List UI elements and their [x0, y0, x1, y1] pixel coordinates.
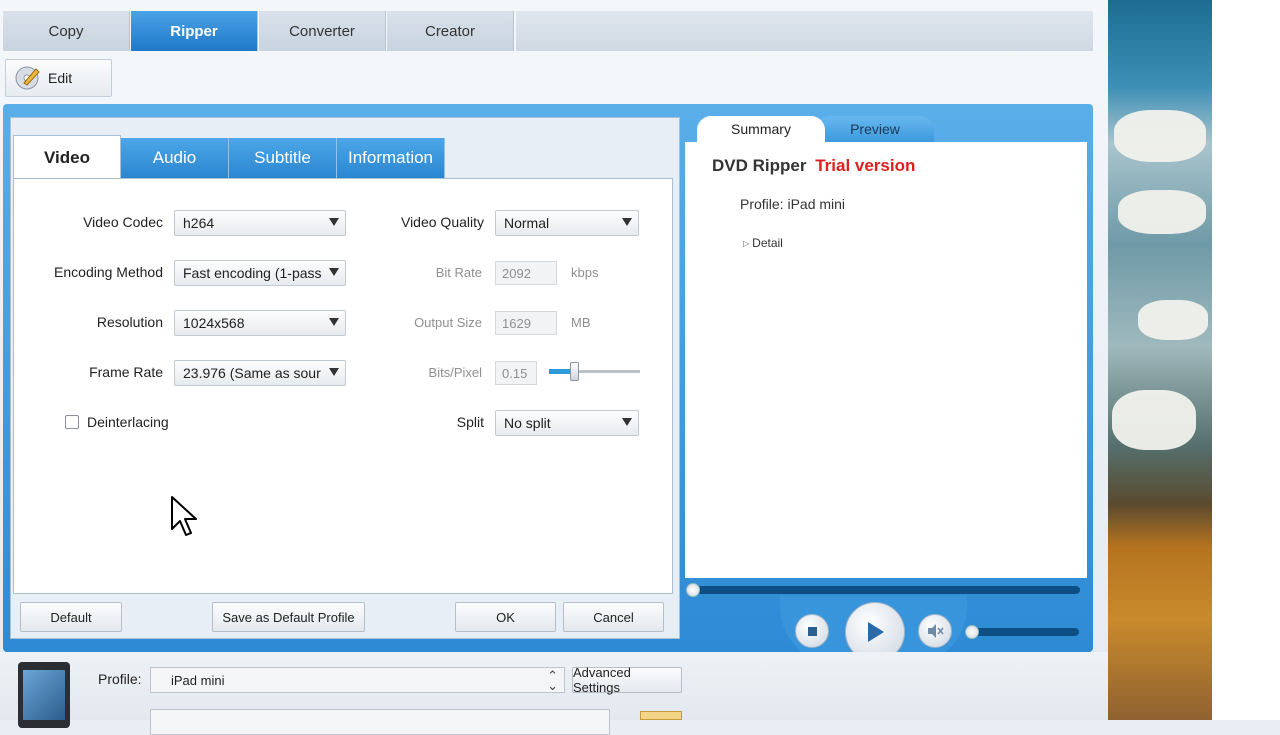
video-quality-label: Video Quality	[400, 214, 484, 230]
advanced-settings-button[interactable]: Advanced Settings	[572, 665, 682, 695]
tab-information[interactable]: Information	[337, 138, 445, 178]
split-select[interactable]: No split	[495, 410, 639, 436]
encoding-method-label: Encoding Method	[54, 264, 163, 280]
resolution-value: 1024x568	[183, 315, 245, 331]
deinterlacing-label: Deinterlacing	[87, 414, 169, 430]
profile-summary-line: Profile: iPad mini	[740, 196, 846, 212]
edit-button[interactable]: Edit	[5, 59, 112, 97]
output-size-label: Output Size	[414, 315, 482, 330]
tab-subtitle[interactable]: Subtitle	[229, 138, 337, 178]
profile-label: Profile:	[98, 671, 142, 687]
dropdown-arrow-icon	[329, 368, 339, 376]
video-codec-select[interactable]: h264	[174, 210, 346, 236]
tab-audio[interactable]: Audio	[121, 138, 229, 178]
output-size-input[interactable]: 1629	[495, 311, 557, 335]
stop-button[interactable]	[795, 614, 829, 648]
bits-pixel-input[interactable]: 0.15	[495, 361, 537, 385]
disc-edit-icon	[14, 63, 42, 94]
desktop-edge	[1212, 0, 1280, 720]
seek-bar[interactable]	[689, 586, 1080, 594]
speaker-mute-icon	[928, 624, 944, 638]
volume-handle[interactable]	[965, 625, 979, 639]
seek-handle[interactable]	[686, 583, 700, 597]
nav-tab-ripper[interactable]: Ripper	[131, 11, 258, 51]
video-quality-select[interactable]: Normal	[495, 210, 639, 236]
video-settings-panel	[13, 178, 673, 594]
ipad-device-icon	[18, 662, 70, 728]
encoding-method-select[interactable]: Fast encoding (1-pass)	[174, 260, 346, 286]
encoding-method-value: Fast encoding (1-pass)	[183, 265, 321, 281]
destination-field[interactable]	[150, 709, 610, 735]
tab-video[interactable]: Video	[13, 135, 121, 179]
nav-tab-copy[interactable]: Copy	[3, 11, 130, 51]
expand-triangle-icon: ▷	[743, 238, 750, 248]
dropdown-arrow-icon	[329, 268, 339, 276]
dropdown-arrow-icon	[329, 218, 339, 226]
nav-tab-converter[interactable]: Converter	[259, 11, 386, 51]
resolution-label: Resolution	[96, 314, 163, 330]
bits-pixel-slider-handle[interactable]	[570, 362, 580, 381]
desktop-wallpaper	[1108, 0, 1212, 720]
default-button[interactable]: Default	[20, 602, 122, 632]
bit-rate-label: Bit Rate	[435, 265, 482, 280]
dropdown-arrow-icon	[329, 318, 339, 326]
detail-expander[interactable]: ▷ Detail	[743, 236, 783, 250]
save-as-default-profile-button[interactable]: Save as Default Profile	[212, 602, 365, 632]
tab-summary[interactable]: Summary	[697, 116, 825, 142]
trial-badge: Trial version	[815, 156, 916, 175]
volume-slider[interactable]	[968, 628, 1079, 636]
video-quality-value: Normal	[504, 215, 550, 231]
frame-rate-label: Frame Rate	[89, 364, 163, 380]
dropdown-arrow-icon	[622, 418, 632, 426]
product-name: DVD Ripper	[712, 156, 807, 175]
resolution-select[interactable]: 1024x568	[174, 310, 346, 336]
cancel-button[interactable]: Cancel	[563, 602, 664, 632]
edit-label: Edit	[48, 70, 73, 86]
deinterlacing-checkbox[interactable]	[65, 415, 79, 429]
expand-collapse-icon: ⌃ ⌄	[547, 668, 558, 693]
split-value: No split	[504, 415, 551, 431]
nav-tab-creator[interactable]: Creator	[387, 11, 514, 51]
frame-rate-value: 23.976 (Same as source)	[183, 365, 321, 381]
bit-rate-unit: kbps	[571, 265, 599, 280]
product-title: DVD Ripper Trial version	[712, 156, 915, 176]
stop-icon	[807, 626, 817, 636]
dropdown-arrow-icon	[622, 218, 632, 226]
profile-select[interactable]: iPad mini ⌃ ⌄	[150, 667, 565, 693]
video-codec-value: h264	[183, 215, 215, 231]
mute-button[interactable]	[918, 614, 952, 648]
ok-button[interactable]: OK	[455, 602, 556, 632]
bit-rate-input[interactable]: 2092	[495, 261, 557, 285]
mouse-cursor-icon	[170, 495, 200, 542]
video-codec-label: Video Codec	[83, 214, 163, 230]
frame-rate-select[interactable]: 23.976 (Same as source)	[174, 360, 346, 386]
split-label: Split	[456, 414, 484, 430]
bits-pixel-label: Bits/Pixel	[428, 365, 482, 380]
nav-bar-filler	[516, 11, 1093, 51]
output-size-unit: MB	[571, 315, 591, 330]
profile-value: iPad mini	[171, 672, 225, 688]
folder-icon[interactable]	[640, 711, 682, 720]
tab-preview[interactable]: Preview	[816, 116, 934, 142]
play-icon	[868, 622, 884, 642]
detail-label: Detail	[752, 236, 783, 250]
